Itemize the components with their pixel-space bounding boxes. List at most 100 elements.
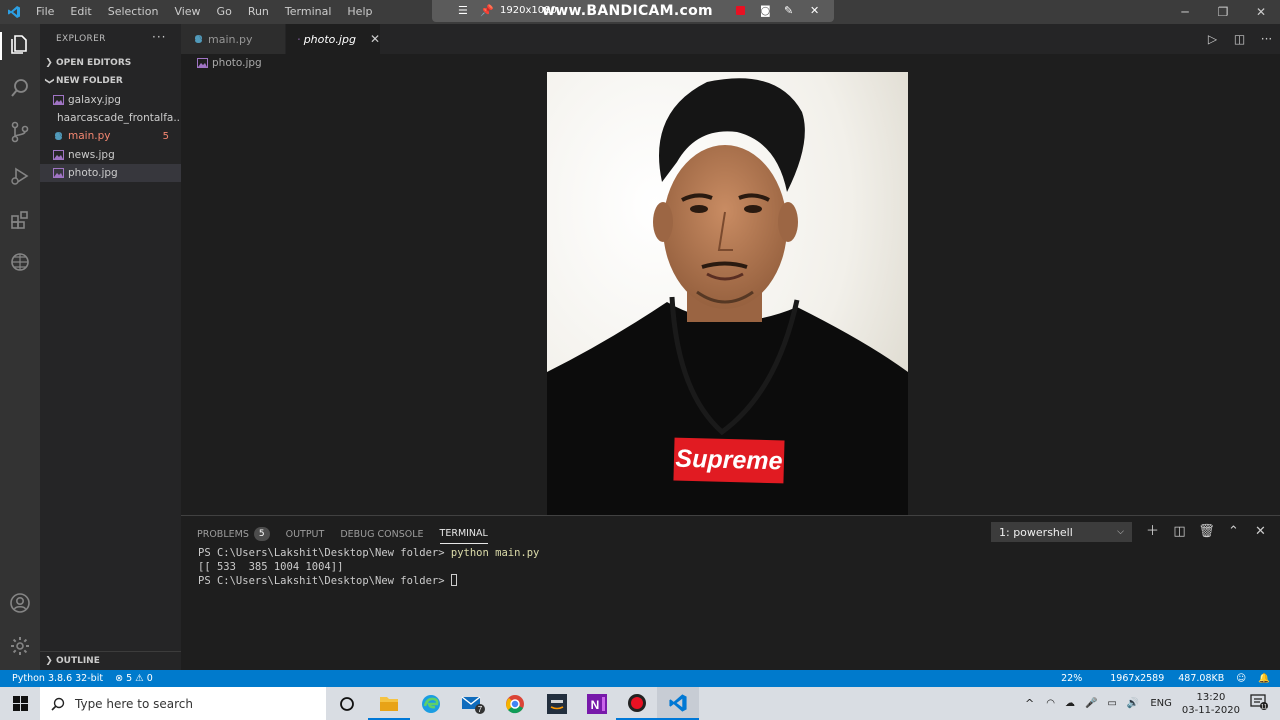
settings-gear-icon[interactable] <box>8 634 32 658</box>
chevron-up-icon[interactable]: ^ <box>1025 697 1034 710</box>
vscode-app-icon[interactable] <box>657 687 699 720</box>
image-preview-editor: Supreme <box>181 72 1280 515</box>
taskbar-search[interactable]: Type here to search <box>40 687 326 720</box>
close-icon[interactable]: ✕ <box>1242 0 1280 24</box>
image-file-icon <box>53 150 64 160</box>
folder-header[interactable]: ❯ NEW FOLDER <box>40 72 181 90</box>
explorer-icon[interactable] <box>8 32 32 56</box>
menu-help[interactable]: Help <box>339 0 380 24</box>
tab-problems[interactable]: PROBLEMS 5 <box>197 524 270 544</box>
bandicam-pin-icon[interactable]: 📌 <box>480 4 494 17</box>
menu-bar: File Edit Selection View Go Run Terminal… <box>28 0 380 24</box>
warning-icon: ⚠ <box>135 673 144 684</box>
close-tab-icon[interactable]: ✕ <box>370 32 380 46</box>
new-terminal-icon[interactable]: ＋ <box>1139 522 1166 542</box>
photo-preview-image[interactable]: Supreme <box>547 72 908 515</box>
maximize-icon[interactable]: ❐ <box>1204 0 1242 24</box>
source-control-icon[interactable] <box>8 120 32 144</box>
tab-label: photo.jpg <box>303 32 356 46</box>
extensions-icon[interactable] <box>8 208 32 232</box>
system-tray: ^ ◠ ☁ 🎤 ▭ 🔊 ENG 13:20 03-11-2020 11 <box>1018 687 1280 720</box>
split-editor-icon[interactable]: ◫ <box>1226 32 1253 46</box>
terminal-select[interactable]: 1: powershell ⌵ <box>991 522 1132 542</box>
wifi-icon[interactable]: ◠ <box>1046 698 1055 709</box>
svg-text:N: N <box>591 698 600 712</box>
onedrive-icon[interactable]: ☁ <box>1065 698 1075 709</box>
edge-app-icon[interactable] <box>410 687 452 720</box>
accounts-icon[interactable] <box>8 591 32 615</box>
maximize-panel-icon[interactable]: ⌃ <box>1220 522 1247 542</box>
file-item-news[interactable]: news.jpg <box>40 146 181 164</box>
terminal-result: [[ 533 385 1004 1004]] <box>198 560 344 573</box>
minimize-icon[interactable]: ─ <box>1166 0 1204 24</box>
tab-label: PROBLEMS <box>197 528 249 540</box>
file-item-photo[interactable]: photo.jpg <box>40 164 181 182</box>
activity-bar <box>0 24 40 670</box>
menu-go[interactable]: Go <box>209 0 240 24</box>
open-editors-header[interactable]: ❯ OPEN EDITORS <box>40 54 181 72</box>
start-button[interactable] <box>0 687 40 720</box>
menu-edit[interactable]: Edit <box>62 0 99 24</box>
image-dimensions: 1967x2589 <box>1110 673 1165 684</box>
action-center-icon[interactable]: 11 <box>1250 694 1268 713</box>
explorer-title: EXPLORER <box>56 34 106 44</box>
breadcrumb-file[interactable]: photo.jpg <box>212 57 262 69</box>
tab-main-py[interactable]: main.py <box>181 24 285 54</box>
kill-terminal-icon[interactable]: 🗑 <box>1193 522 1220 542</box>
zoom-level[interactable]: 22% <box>1055 670 1088 687</box>
chrome-app-icon[interactable] <box>494 687 536 720</box>
file-explorer-app-icon[interactable] <box>368 687 410 720</box>
bandicam-camera-icon[interactable]: ◙ <box>760 4 771 17</box>
terminal-prompt: PS C:\Users\Lakshit\Desktop\New folder> <box>198 575 451 587</box>
clock[interactable]: 13:20 03-11-2020 <box>1182 691 1240 717</box>
search-icon[interactable] <box>8 76 32 100</box>
battery-icon[interactable]: ▭ <box>1107 698 1116 709</box>
feedback-icon[interactable]: ☺ <box>1230 670 1252 687</box>
vscode-logo-icon <box>0 0 28 24</box>
tab-terminal[interactable]: TERMINAL <box>439 524 488 544</box>
problems-status[interactable]: ⊗ 5 ⚠ 0 <box>109 670 159 687</box>
menu-file[interactable]: File <box>28 0 62 24</box>
terminal-select-value: 1: powershell <box>999 525 1073 539</box>
bottom-panel: PROBLEMS 5 OUTPUT DEBUG CONSOLE TERMINAL … <box>181 515 1280 670</box>
file-item-haarcascade[interactable]: haarcascade_frontalfa... <box>40 109 183 127</box>
remote-explorer-icon[interactable] <box>8 250 32 274</box>
close-panel-icon[interactable]: ✕ <box>1247 522 1274 542</box>
split-terminal-icon[interactable]: ◫ <box>1166 522 1193 542</box>
bandicam-pencil-icon[interactable]: ✎ <box>784 4 793 17</box>
menu-terminal[interactable]: Terminal <box>277 0 340 24</box>
bandicam-watermark: www.BANDICAM.com <box>542 3 713 19</box>
run-file-icon[interactable]: ▷ <box>1199 32 1226 46</box>
outline-header[interactable]: ❯ OUTLINE <box>40 651 181 670</box>
microphone-icon[interactable]: 🎤 <box>1085 698 1097 709</box>
task-view-icon[interactable] <box>326 687 368 720</box>
python-interpreter[interactable]: Python 3.8.6 32-bit <box>0 670 109 687</box>
more-actions-icon[interactable]: ··· <box>1253 32 1280 46</box>
problems-badge: 5 <box>253 527 270 541</box>
tab-photo-jpg[interactable]: photo.jpg ✕ <box>286 24 380 54</box>
menu-view[interactable]: View <box>166 0 208 24</box>
tab-debug-console[interactable]: DEBUG CONSOLE <box>340 524 423 544</box>
mail-app-icon[interactable]: 7 <box>452 687 494 720</box>
file-item-main-py[interactable]: main.py 5 <box>40 127 181 145</box>
image-file-icon <box>298 38 300 40</box>
menu-run[interactable]: Run <box>240 0 277 24</box>
onenote-app-icon[interactable]: N <box>576 687 618 720</box>
notifications-bell-icon[interactable]: 🔔 <box>1252 670 1280 687</box>
bandicam-app-icon[interactable] <box>616 687 658 720</box>
breadcrumb: photo.jpg <box>181 54 262 72</box>
bandicam-menu-icon[interactable]: ☰ <box>458 4 468 17</box>
bandicam-record-icon[interactable] <box>736 6 745 15</box>
menu-selection[interactable]: Selection <box>100 0 167 24</box>
language-indicator[interactable]: ENG <box>1150 698 1172 709</box>
run-debug-icon[interactable] <box>8 164 32 188</box>
problems-count-badge: 5 <box>162 130 169 142</box>
amazon-app-icon[interactable] <box>536 687 578 720</box>
tab-output[interactable]: OUTPUT <box>286 524 325 544</box>
file-item-galaxy[interactable]: galaxy.jpg <box>40 91 181 109</box>
more-actions-icon[interactable]: ··· <box>152 30 166 44</box>
bandicam-close-icon[interactable]: ✕ <box>810 4 819 17</box>
terminal-output[interactable]: PS C:\Users\Lakshit\Desktop\New folder> … <box>198 547 539 589</box>
chevron-right-icon: ❯ <box>45 58 53 68</box>
volume-icon[interactable]: 🔊 <box>1127 698 1139 709</box>
